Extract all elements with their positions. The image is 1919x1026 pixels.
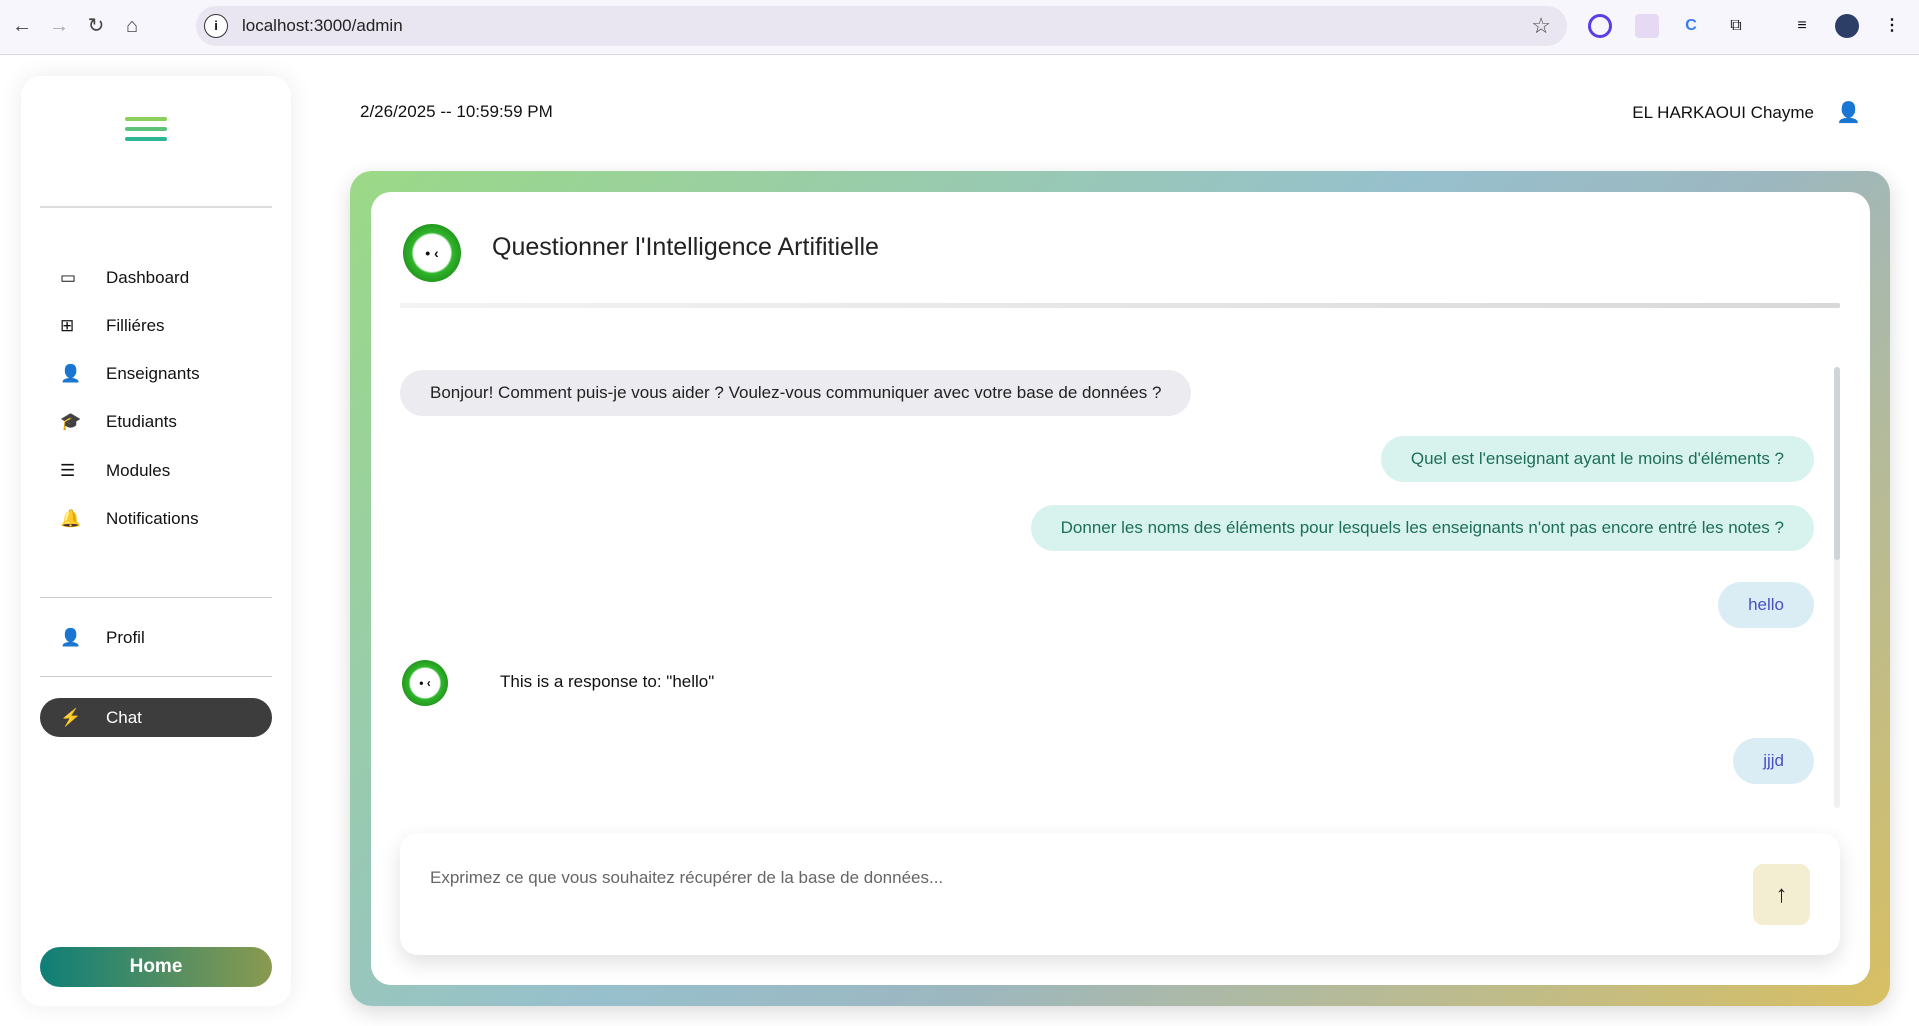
user-icon: 👤: [60, 628, 82, 647]
scrollbar-thumb[interactable]: [1834, 367, 1840, 560]
sidebar: [21, 76, 291, 1006]
chat-title: Questionner l'Intelligence Artifitielle: [492, 233, 879, 261]
bot-avatar-icon: • ‹: [403, 224, 461, 282]
forward-icon[interactable]: →: [47, 14, 71, 38]
bot-message: This is a response to: "hello": [500, 672, 715, 691]
bolt-icon: ⚡: [60, 707, 82, 727]
sidebar-item-label: Chat: [106, 707, 142, 727]
user-message: hello: [1718, 582, 1814, 628]
browser-toolbar: ← → ↻ ⌂ i localhost:3000/admin ☆ C ⧉ ≡ ⋮: [0, 0, 1919, 55]
sidebar-item-label: Modules: [106, 461, 171, 480]
send-button[interactable]: ↑: [1753, 864, 1810, 925]
teacher-icon: 👤: [60, 364, 82, 383]
extension-icon[interactable]: [1588, 14, 1612, 38]
bookmark-star-icon[interactable]: ☆: [1531, 13, 1551, 39]
arrow-up-icon: ↑: [1775, 881, 1788, 908]
reload-icon[interactable]: ↻: [84, 14, 108, 38]
extensions-puzzle-icon[interactable]: ⧉: [1724, 14, 1748, 38]
sidebar-item-label: Notifications: [106, 509, 199, 528]
message-input-placeholder: Exprimez ce que vous souhaitez récupérer…: [430, 868, 944, 887]
media-icon[interactable]: ≡: [1790, 14, 1814, 38]
sidebar-item-enseignants[interactable]: 👤 Enseignants: [40, 356, 272, 392]
message-input[interactable]: [400, 833, 1840, 955]
home-button[interactable]: Home: [40, 947, 272, 987]
sidebar-item-label: Etudiants: [106, 412, 177, 431]
home-icon[interactable]: ⌂: [120, 14, 144, 38]
extension-icon[interactable]: C: [1679, 14, 1703, 38]
sidebar-divider: [40, 597, 272, 598]
sidebar-item-label: Dashboard: [106, 268, 190, 287]
sidebar-item-label: Filliéres: [106, 316, 165, 335]
hamburger-menu-icon[interactable]: [125, 117, 167, 147]
grid-icon: ⊞: [60, 316, 75, 335]
user-icon[interactable]: 👤: [1836, 100, 1861, 125]
profile-avatar[interactable]: [1835, 14, 1859, 38]
sidebar-item-etudiants[interactable]: 🎓 Etudiants: [40, 404, 272, 440]
header-divider: [400, 303, 1840, 308]
sidebar-item-chat[interactable]: ⚡ Chat: [40, 698, 272, 737]
sidebar-divider: [40, 676, 272, 677]
address-bar[interactable]: i localhost:3000/admin ☆: [196, 6, 1567, 46]
sidebar-divider: [40, 206, 272, 208]
sidebar-item-notifications[interactable]: 🔔 Notifications: [40, 501, 272, 537]
suggestion-bubble[interactable]: Donner les noms des éléments pour lesque…: [1030, 505, 1814, 551]
bell-icon: 🔔: [60, 509, 82, 528]
sidebar-item-modules[interactable]: ☰ Modules: [40, 453, 272, 489]
sidebar-item-label: Enseignants: [106, 364, 200, 383]
datetime: 2/26/2025 -- 10:59:59 PM: [360, 102, 553, 121]
url-text: localhost:3000/admin: [242, 16, 403, 35]
sidebar-item-dashboard[interactable]: ▭ Dashboard: [40, 260, 272, 296]
bot-message: Bonjour! Comment puis-je vous aider ? Vo…: [400, 370, 1192, 416]
graduate-icon: 🎓: [60, 412, 82, 431]
laptop-icon: ▭: [60, 268, 77, 287]
sidebar-item-profil[interactable]: 👤 Profil: [40, 620, 272, 656]
user-message: jjjd: [1733, 738, 1814, 784]
layers-icon: ☰: [60, 461, 76, 480]
menu-icon[interactable]: ⋮: [1880, 14, 1904, 38]
sidebar-item-fillieres[interactable]: ⊞ Filliéres: [40, 308, 272, 344]
suggestion-bubble[interactable]: Quel est l'enseignant ayant le moins d'é…: [1380, 436, 1814, 482]
site-info-icon[interactable]: i: [204, 14, 228, 38]
sidebar-item-label: Profil: [106, 628, 145, 647]
user-name: EL HARKAOUI Chayme: [1632, 103, 1814, 122]
bot-avatar-icon: • ‹: [402, 660, 448, 706]
extension-icon[interactable]: [1635, 14, 1659, 38]
back-icon[interactable]: ←: [10, 14, 34, 38]
